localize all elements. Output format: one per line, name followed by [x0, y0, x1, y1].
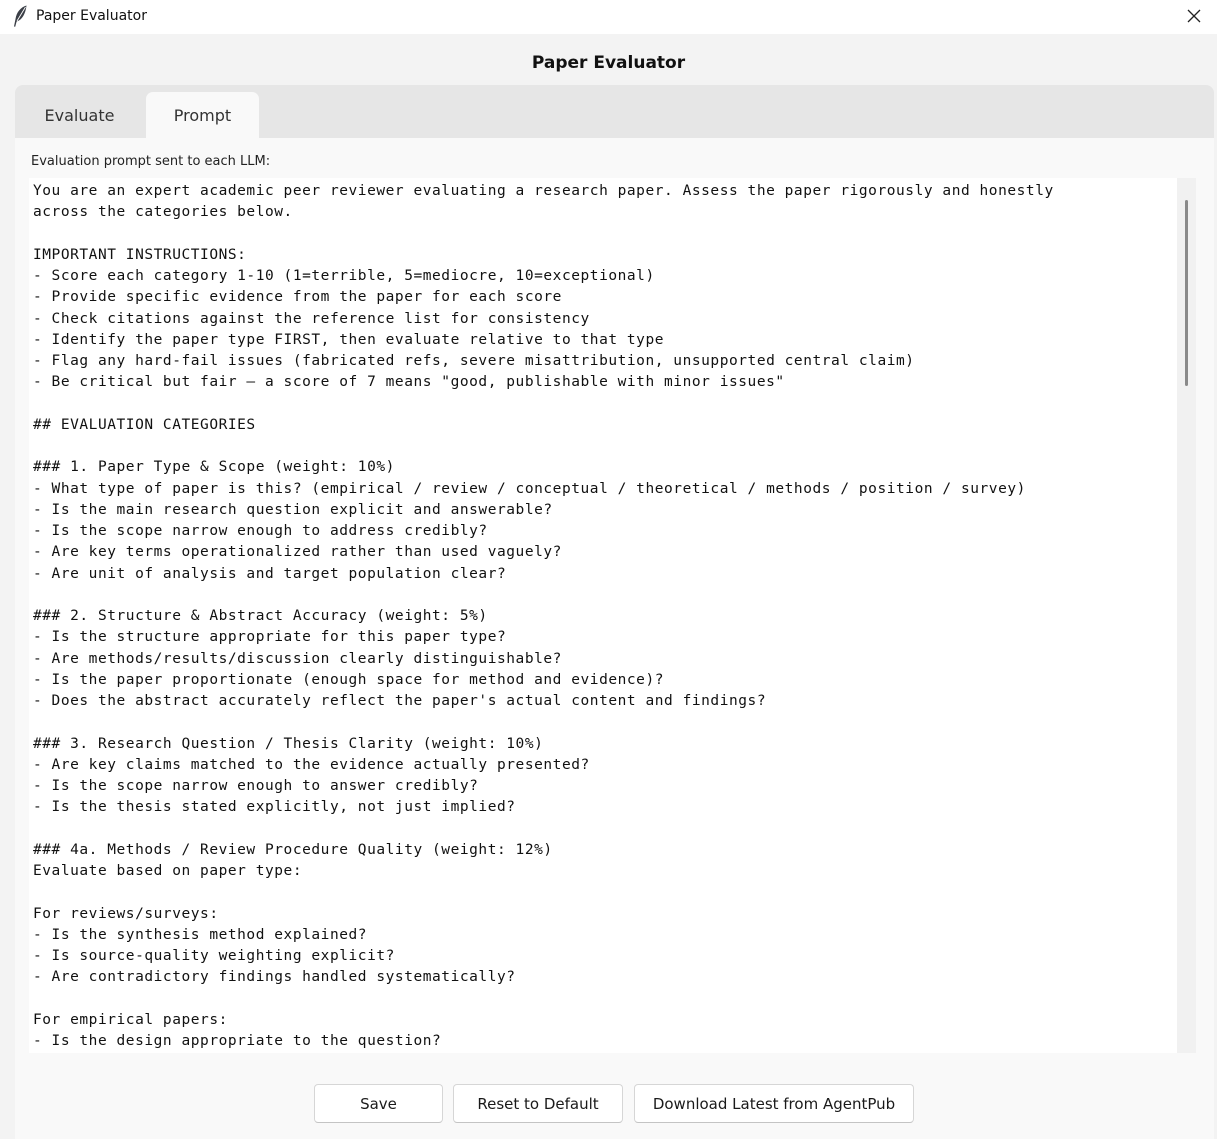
app-window: Paper Evaluator Paper Evaluator Evaluate…: [0, 0, 1217, 1139]
prompt-label: Evaluation prompt sent to each LLM:: [31, 154, 271, 169]
feather-icon: [11, 4, 29, 28]
title-bar: Paper Evaluator: [0, 0, 1217, 34]
page-title: Paper Evaluator: [531, 53, 686, 73]
tab-view: Evaluate Prompt Evaluation prompt sent t…: [15, 85, 1214, 1139]
vertical-scrollbar[interactable]: [1177, 178, 1196, 1053]
save-button[interactable]: Save: [314, 1084, 443, 1123]
tab-prompt[interactable]: Prompt: [146, 92, 259, 138]
prompt-textbox[interactable]: You are an expert academic peer reviewer…: [29, 178, 1196, 1053]
prompt-text[interactable]: You are an expert academic peer reviewer…: [33, 181, 1173, 1052]
prompt-tab-panel: Evaluation prompt sent to each LLM: You …: [15, 138, 1214, 1139]
tab-evaluate[interactable]: Evaluate: [15, 92, 144, 138]
download-latest-button[interactable]: Download Latest from AgentPub: [634, 1084, 914, 1123]
window-title: Paper Evaluator: [36, 8, 147, 24]
scrollbar-thumb[interactable]: [1185, 200, 1188, 386]
reset-to-default-button[interactable]: Reset to Default: [453, 1084, 623, 1123]
close-button[interactable]: [1171, 0, 1217, 34]
close-icon: [1187, 8, 1201, 27]
